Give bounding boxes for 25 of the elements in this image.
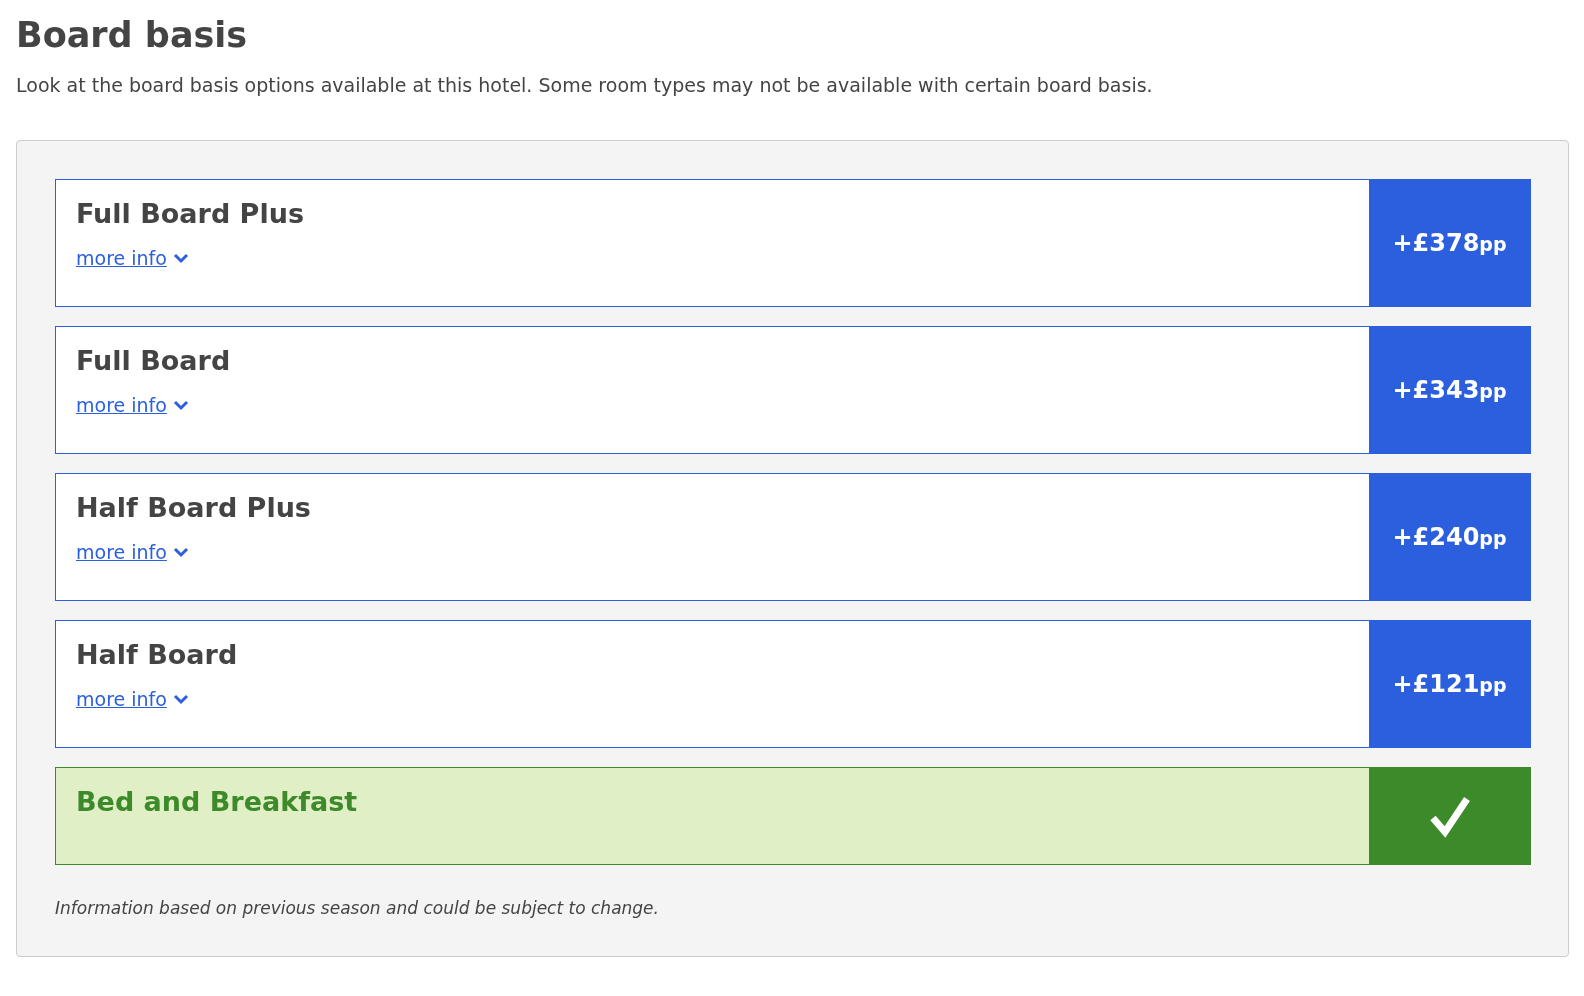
option-name: Half Board Plus (76, 492, 311, 523)
price-button[interactable]: +£121pp (1369, 621, 1530, 747)
more-info-link[interactable]: more info (76, 247, 189, 269)
option-name: Full Board (76, 345, 231, 376)
price-text: +£121pp (1392, 670, 1507, 698)
info-note: Information based on previous season and could be subject to change. (55, 898, 660, 918)
board-option[interactable]: Half Board Plus more info +£240pp (55, 473, 1531, 601)
price-button[interactable]: +£240pp (1369, 474, 1530, 600)
board-option[interactable]: Full Board Plus more info +£378pp (55, 179, 1531, 307)
price-text: +£378pp (1392, 229, 1507, 257)
page-title: Board basis (16, 14, 249, 57)
board-option[interactable]: Bed and Breakfast (55, 767, 1531, 865)
price-text: +£343pp (1392, 376, 1507, 404)
description-text: Look at the board basis options available at this hotel. Some room types may not be available with certain board basis. (16, 74, 1154, 96)
board-option[interactable]: Half Board more info +£121pp (55, 620, 1531, 748)
price-text: +£240pp (1392, 523, 1507, 551)
option-name: Full Board Plus (76, 198, 304, 229)
more-info-link[interactable]: more info (76, 688, 189, 710)
option-name: Bed and Breakfast (76, 786, 358, 817)
more-info-link[interactable]: more info (76, 394, 189, 416)
option-name: Half Board (76, 639, 238, 670)
more-info-link[interactable]: more info (76, 541, 189, 563)
price-button[interactable]: +£343pp (1369, 327, 1530, 453)
board-option[interactable]: Full Board more info +£343pp (55, 326, 1531, 454)
price-button[interactable]: +£378pp (1369, 180, 1530, 306)
